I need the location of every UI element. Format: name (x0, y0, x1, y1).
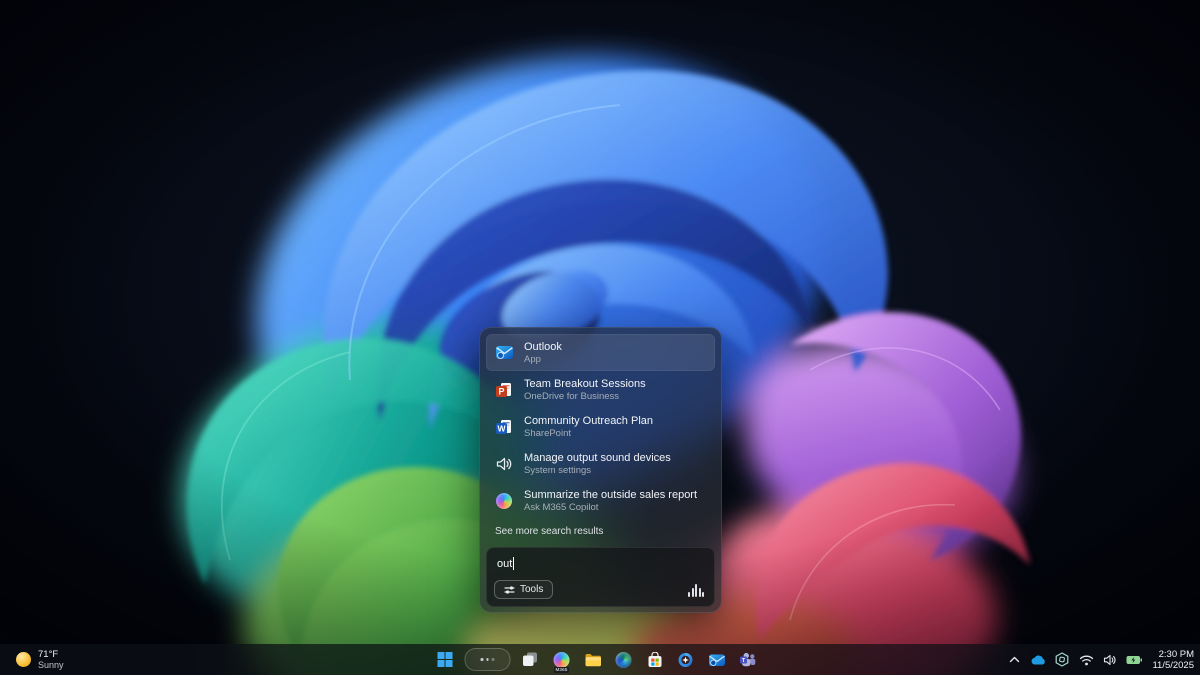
taskbar-app-icons: M365 (434, 644, 759, 675)
search-ellipsis-dot (481, 658, 484, 661)
clock-date: 11/5/2025 (1152, 660, 1194, 671)
result-subtitle: App (524, 354, 562, 366)
result-text: Manage output sound devices System setti… (524, 451, 671, 477)
see-more-search-results-link[interactable]: See more search results (486, 519, 715, 537)
battery-charging-icon (1126, 655, 1142, 665)
volume-tray-button[interactable] (1102, 650, 1118, 670)
speaker-icon (494, 454, 514, 474)
tools-button[interactable]: Tools (494, 580, 553, 599)
wifi-icon (1079, 654, 1094, 666)
result-title: Summarize the outside sales report (524, 488, 697, 502)
weather-condition: Sunny (38, 660, 64, 671)
powerpoint-icon: P (494, 380, 514, 400)
m365-copilot-app-button[interactable]: M365 (551, 648, 573, 672)
word-icon: W (494, 417, 514, 437)
system-tray: 2:30 PM 11/5/2025 (1006, 644, 1194, 675)
desktop: Outlook App P Team Breakout Sessions One… (0, 0, 1200, 675)
weather-widget[interactable]: 71°F Sunny (10, 644, 70, 675)
result-title: Manage output sound devices (524, 451, 671, 465)
teams-icon: T (739, 652, 756, 667)
search-query[interactable]: out (497, 557, 514, 570)
teams-app-button[interactable]: T (737, 648, 759, 672)
edge-browser-button[interactable] (613, 648, 635, 672)
volume-icon (1103, 654, 1117, 666)
microsoft-store-icon (647, 652, 662, 668)
svg-text:P: P (498, 386, 504, 396)
result-subtitle: OneDrive for Business (524, 391, 646, 403)
outlook-taskbar-icon (708, 652, 725, 668)
search-result-community-outreach-plan[interactable]: W Community Outreach Plan SharePoint (486, 408, 715, 445)
m365-copilot-icon (554, 652, 570, 668)
recall-icon (678, 652, 694, 668)
search-result-summarize-outside-sales-report[interactable]: Summarize the outside sales report Ask M… (486, 482, 715, 519)
copilot-icon (494, 491, 514, 511)
result-subtitle: Ask M365 Copilot (524, 502, 697, 514)
battery-tray-button[interactable] (1126, 650, 1142, 670)
chevron-up-icon (1009, 656, 1020, 663)
task-view-icon (523, 652, 539, 667)
voice-input-icon[interactable] (688, 583, 704, 597)
result-text: Summarize the outside sales report Ask M… (524, 488, 697, 514)
outlook-icon (494, 343, 514, 363)
result-title: Outlook (524, 340, 562, 354)
file-explorer-button[interactable] (582, 648, 604, 672)
search-result-team-breakout-sessions[interactable]: P Team Breakout Sessions OneDrive for Bu… (486, 371, 715, 408)
recall-app-button[interactable] (675, 648, 697, 672)
security-hexagon-tray-button[interactable] (1054, 650, 1070, 670)
filters-icon (504, 585, 515, 595)
taskbar: 71°F Sunny (0, 644, 1200, 675)
outlook-app-button[interactable] (706, 648, 728, 672)
result-title: Community Outreach Plan (524, 414, 653, 428)
weather-text: 71°F Sunny (38, 649, 64, 671)
result-subtitle: System settings (524, 465, 671, 477)
hexagon-agent-icon (1055, 652, 1069, 667)
file-explorer-icon (584, 653, 601, 667)
task-view-button[interactable] (520, 648, 542, 672)
m365-badge: M365 (554, 667, 569, 673)
result-text: Community Outreach Plan SharePoint (524, 414, 653, 440)
hidden-icons-chevron-button[interactable] (1006, 650, 1022, 670)
tools-button-label: Tools (520, 584, 543, 595)
result-title: Team Breakout Sessions (524, 377, 646, 391)
search-ellipsis-dot (492, 658, 495, 661)
result-subtitle: SharePoint (524, 428, 653, 440)
search-flyout: Outlook App P Team Breakout Sessions One… (479, 327, 722, 613)
search-ellipsis-dot (486, 658, 489, 661)
network-tray-button[interactable] (1078, 650, 1094, 670)
onedrive-cloud-icon (1030, 654, 1046, 665)
start-button[interactable] (434, 648, 456, 672)
microsoft-store-button[interactable] (644, 648, 666, 672)
text-cursor (513, 557, 514, 570)
search-query-text: out (497, 558, 512, 570)
search-result-manage-output-sound-devices[interactable]: Manage output sound devices System setti… (486, 445, 715, 482)
weather-temperature: 71°F (38, 649, 64, 660)
search-result-outlook[interactable]: Outlook App (486, 334, 715, 371)
windows-logo-icon (437, 652, 452, 667)
taskbar-search-box[interactable] (465, 648, 511, 671)
svg-text:W: W (497, 423, 506, 433)
search-input-box[interactable]: out Tools (486, 547, 715, 607)
search-input-toolbar: Tools (494, 580, 704, 599)
sunny-weather-icon (16, 652, 31, 667)
clock-time: 2:30 PM (1159, 649, 1194, 660)
result-text: Outlook App (524, 340, 562, 366)
onedrive-tray-button[interactable] (1030, 650, 1046, 670)
edge-icon (616, 652, 632, 668)
taskbar-clock[interactable]: 2:30 PM 11/5/2025 (1150, 649, 1194, 671)
result-text: Team Breakout Sessions OneDrive for Busi… (524, 377, 646, 403)
